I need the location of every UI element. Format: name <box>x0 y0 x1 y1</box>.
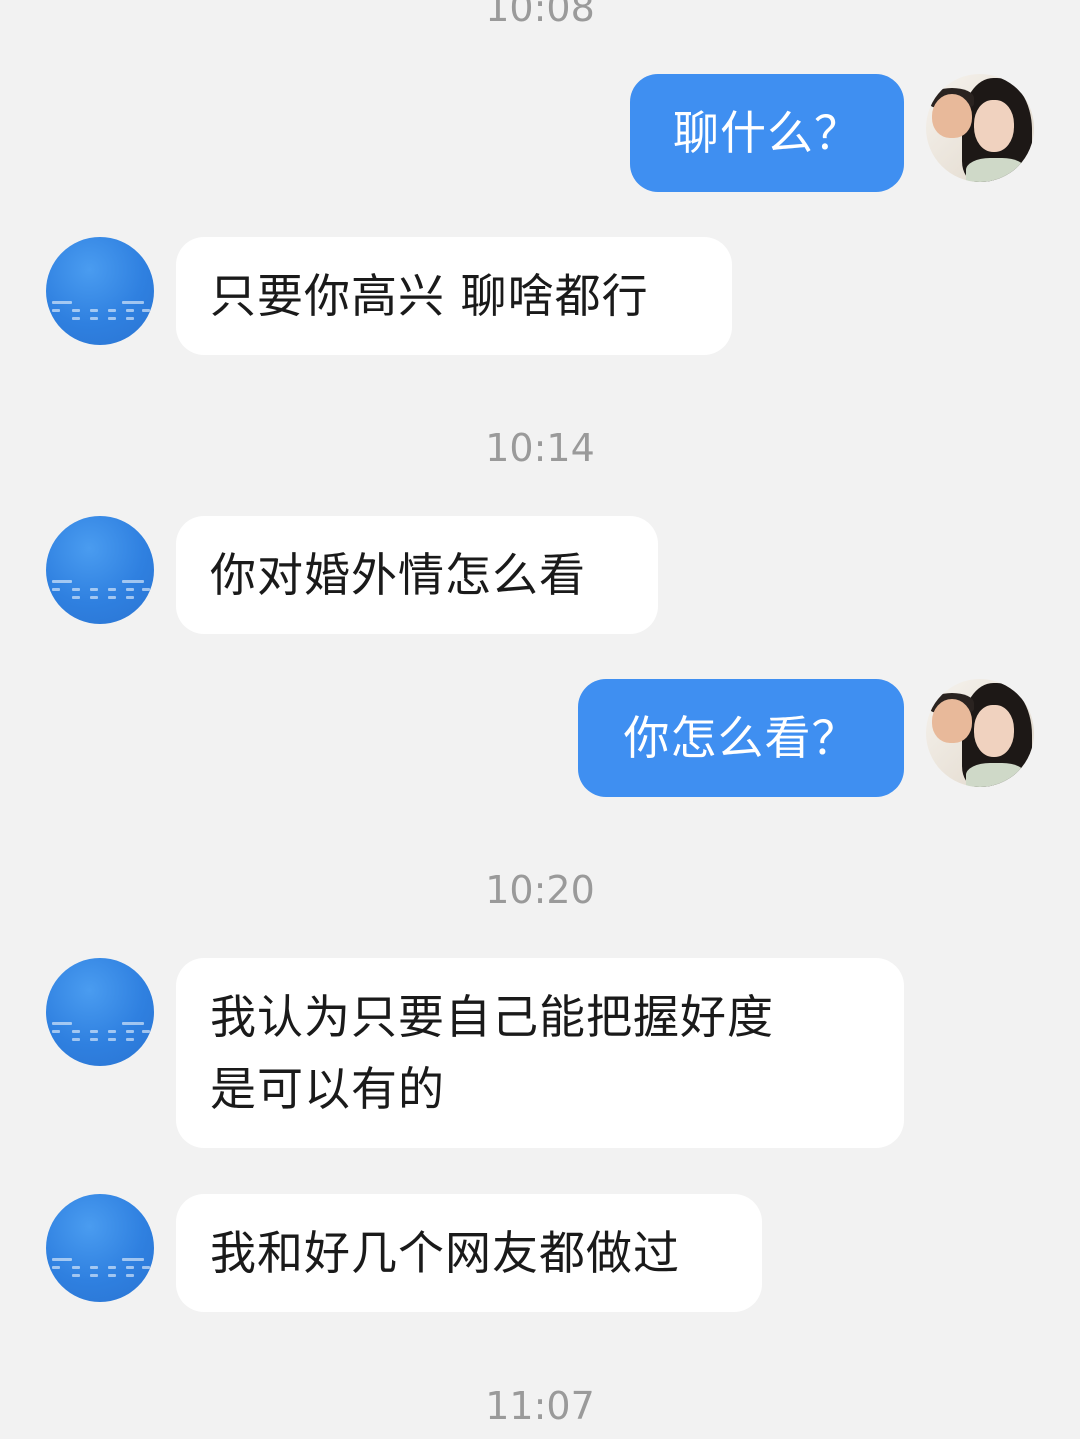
self-avatar[interactable] <box>926 74 1034 182</box>
self-avatar[interactable] <box>926 679 1034 787</box>
incoming-message-bubble[interactable]: 你对婚外情怎么看 <box>176 516 658 634</box>
contact-avatar[interactable] <box>46 516 154 624</box>
timestamp: 10:14 <box>485 426 595 470</box>
incoming-message-bubble[interactable]: 只要你高兴 聊啥都行 <box>176 237 732 355</box>
incoming-message-bubble[interactable]: 我和好几个网友都做过 <box>176 1194 762 1312</box>
timestamp: 10:08 <box>485 0 595 30</box>
contact-avatar[interactable] <box>46 958 154 1066</box>
outgoing-message-bubble[interactable]: 聊什么？ <box>630 74 904 192</box>
timestamp: 11:07 <box>485 1384 595 1428</box>
timestamp: 10:20 <box>485 868 595 912</box>
contact-avatar[interactable] <box>46 237 154 345</box>
contact-avatar[interactable] <box>46 1194 154 1302</box>
outgoing-message-bubble[interactable]: 你怎么看？ <box>578 679 904 797</box>
incoming-message-bubble[interactable]: 我认为只要自己能把握好度 是可以有的 <box>176 958 904 1148</box>
chat-conversation[interactable]: 10:08 聊什么？ 只要你高兴 聊啥都行 10:14 你对婚外情怎么看 你怎么… <box>0 0 1080 1439</box>
